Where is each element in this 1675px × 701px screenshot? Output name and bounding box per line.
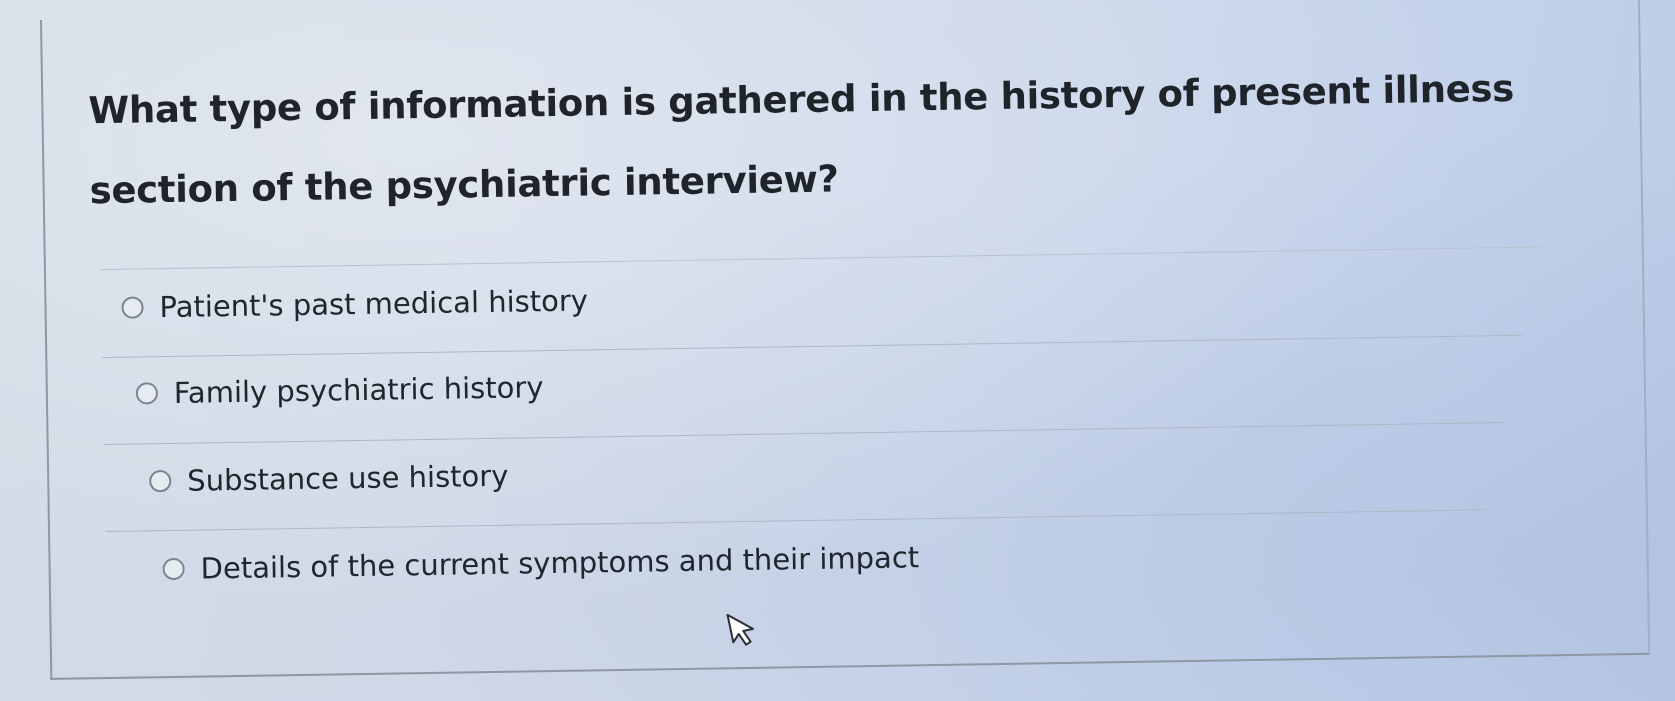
answer-option-4[interactable]: Details of the current symptoms and thei…: [162, 540, 919, 586]
radio-button-icon[interactable]: [149, 469, 172, 493]
option-divider: [103, 422, 1504, 446]
radio-button-icon[interactable]: [162, 557, 185, 581]
answer-option-1[interactable]: Patient's past medical history: [121, 283, 588, 324]
answer-option-label: Substance use history: [186, 458, 509, 498]
question-text: What type of information is gathered in …: [88, 66, 1515, 213]
question-divider: [100, 246, 1541, 271]
answer-option-2[interactable]: Family psychiatric history: [135, 370, 544, 410]
answer-option-label: Patient's past medical history: [159, 283, 589, 325]
option-divider: [105, 509, 1485, 533]
radio-button-icon[interactable]: [121, 296, 144, 319]
question-card: What type of information is gathered in …: [40, 0, 1651, 680]
answer-option-label: Family psychiatric history: [173, 370, 544, 410]
answer-option-3[interactable]: Substance use history: [149, 459, 509, 499]
option-divider: [102, 334, 1523, 359]
screen: What type of information is gathered in …: [0, 0, 1675, 701]
radio-button-icon[interactable]: [135, 382, 159, 405]
answer-option-label: Details of the current symptoms and thei…: [200, 540, 920, 586]
